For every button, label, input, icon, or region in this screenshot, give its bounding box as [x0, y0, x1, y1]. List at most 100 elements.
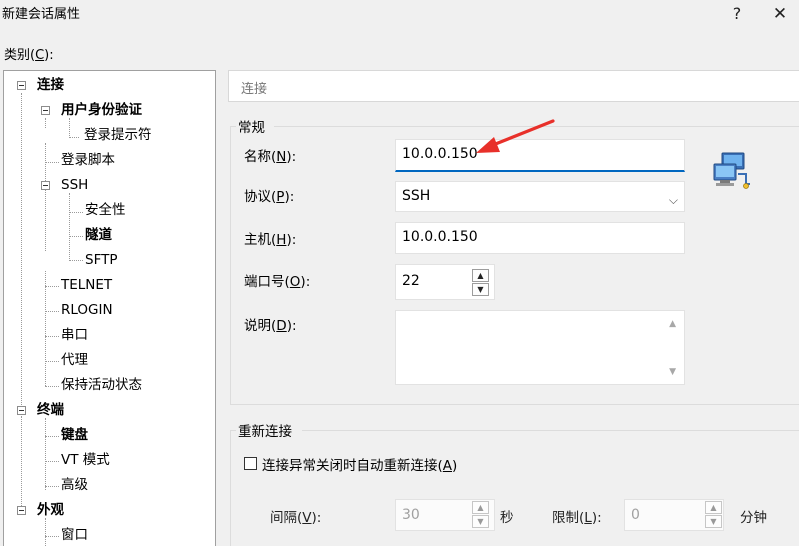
limit-hotkey: L	[584, 510, 592, 526]
tree-line	[45, 361, 59, 362]
tree-line	[45, 162, 59, 163]
tree-item-security[interactable]: 安全性	[85, 200, 126, 220]
description-textarea[interactable]: ▲ ▼	[395, 310, 685, 385]
limit-label-suffix: ):	[591, 510, 602, 526]
chevron-down-icon: ⌵	[668, 193, 678, 207]
spin-down-icon[interactable]: ▼	[472, 515, 489, 528]
name-value: 10.0.0.150	[402, 146, 478, 162]
collapse-toggle-appearance[interactable]	[17, 506, 26, 515]
tree-line	[45, 271, 46, 386]
port-value: 22	[402, 273, 420, 289]
group-border	[230, 404, 799, 405]
tree-item-appearance[interactable]: 外观	[37, 500, 64, 520]
protocol-value: SSH	[402, 188, 431, 204]
group-border	[274, 126, 799, 127]
help-button[interactable]: ?	[720, 1, 754, 27]
tree-item-proxy[interactable]: 代理	[61, 350, 88, 370]
network-computers-icon	[713, 152, 750, 189]
close-button[interactable]: ✕	[763, 1, 797, 27]
scroll-up-icon[interactable]: ▲	[669, 319, 676, 329]
tree-item-keepalive[interactable]: 保持活动状态	[61, 375, 142, 395]
limit-label-text: 限制(	[552, 510, 585, 526]
spin-up-icon[interactable]: ▲	[705, 501, 722, 514]
tree-item-connection[interactable]: 连接	[37, 75, 64, 95]
tree-item-terminal[interactable]: 终端	[37, 400, 64, 420]
host-value: 10.0.0.150	[402, 229, 478, 245]
tree-item-tunnel[interactable]: 隧道	[85, 225, 112, 245]
tree-line	[21, 416, 22, 506]
title-bar: 新建会话属性 ? ✕	[0, 0, 799, 30]
host-label-suffix: ):	[286, 232, 297, 248]
protocol-label: 协议(P):	[244, 185, 294, 205]
interval-label-text: 间隔(	[270, 510, 303, 526]
tree-item-login-script[interactable]: 登录脚本	[61, 150, 115, 170]
collapse-toggle-ssh[interactable]	[41, 181, 50, 190]
tree-line	[69, 193, 70, 261]
tree-line	[45, 518, 46, 546]
tree-item-auth[interactable]: 用户身份验证	[61, 100, 142, 120]
category-label-suffix: ):	[44, 48, 54, 63]
tree-line	[69, 118, 70, 138]
tree-item-window[interactable]: 窗口	[61, 525, 88, 545]
reconnect-checkbox[interactable]	[244, 457, 257, 470]
tree-item-rlogin[interactable]: RLOGIN	[61, 300, 113, 320]
panel-header-title: 连接	[241, 82, 268, 97]
group-border	[230, 430, 231, 546]
reconnect-checkbox-label[interactable]: 连接异常关闭时自动重新连接(A)	[262, 454, 457, 474]
description-hotkey: D	[276, 318, 287, 334]
spin-down-icon[interactable]: ▼	[705, 515, 722, 528]
collapse-toggle-terminal[interactable]	[17, 406, 26, 415]
spin-up-icon[interactable]: ▲	[472, 501, 489, 514]
group-border	[230, 126, 236, 127]
tree-line	[45, 336, 59, 337]
limit-spinner[interactable]: ▲ ▼	[705, 501, 723, 529]
reconnect-label-text: 连接异常关闭时自动重新连接(	[262, 458, 443, 474]
name-label-suffix: ):	[286, 149, 297, 165]
tree-item-login-prompts[interactable]: 登录提示符	[84, 125, 152, 145]
tree-item-telnet[interactable]: TELNET	[61, 275, 112, 295]
collapse-toggle-connection[interactable]	[17, 81, 26, 90]
interval-spinner[interactable]: ▲ ▼	[472, 501, 490, 529]
description-label: 说明(D):	[244, 314, 297, 334]
tree-line	[45, 286, 59, 287]
limit-value: 0	[631, 507, 640, 523]
interval-label: 间隔(V):	[270, 506, 321, 526]
protocol-select[interactable]: SSH ⌵	[395, 181, 685, 212]
collapse-toggle-auth[interactable]	[41, 106, 50, 115]
category-label: 类别(C):	[4, 44, 54, 63]
limit-label: 限制(L):	[552, 506, 602, 526]
protocol-label-suffix: ):	[284, 189, 295, 205]
limit-unit: 分钟	[740, 510, 767, 526]
name-input[interactable]: 10.0.0.150	[395, 139, 685, 172]
tree-line	[45, 311, 59, 312]
tree-item-sftp[interactable]: SFTP	[85, 250, 117, 270]
port-label-suffix: ):	[300, 274, 311, 290]
interval-value: 30	[402, 507, 420, 523]
category-label-text: 类别(	[4, 48, 36, 63]
category-tree[interactable]: 连接 用户身份验证 登录提示符 登录脚本 SSH 安全性 隧道 SFTP TEL…	[3, 70, 216, 546]
tree-line	[69, 212, 83, 213]
tree-line	[45, 536, 59, 537]
tree-item-vt-mode[interactable]: VT 模式	[61, 450, 110, 470]
tree-item-ssh[interactable]: SSH	[61, 175, 88, 195]
spin-down-icon[interactable]: ▼	[472, 283, 489, 296]
spin-up-icon[interactable]: ▲	[472, 269, 489, 282]
protocol-label-text: 协议(	[244, 189, 277, 205]
tree-line	[69, 236, 83, 237]
interval-hotkey: V	[302, 510, 312, 526]
category-hotkey: C	[35, 48, 45, 63]
host-input[interactable]: 10.0.0.150	[395, 222, 685, 254]
tree-item-advanced[interactable]: 高级	[61, 475, 88, 495]
scroll-down-icon[interactable]: ▼	[669, 367, 676, 377]
tree-line	[45, 418, 46, 490]
description-label-text: 说明(	[244, 318, 277, 334]
tree-line	[45, 118, 46, 128]
tree-item-serial[interactable]: 串口	[61, 325, 88, 345]
port-spinner[interactable]: ▲ ▼	[472, 269, 490, 297]
group-border	[230, 126, 231, 404]
tree-item-keyboard[interactable]: 键盘	[61, 425, 88, 445]
interval-label-suffix: ):	[311, 510, 322, 526]
host-label: 主机(H):	[244, 228, 296, 248]
interval-unit: 秒	[500, 510, 514, 526]
window-title: 新建会话属性	[2, 7, 81, 22]
